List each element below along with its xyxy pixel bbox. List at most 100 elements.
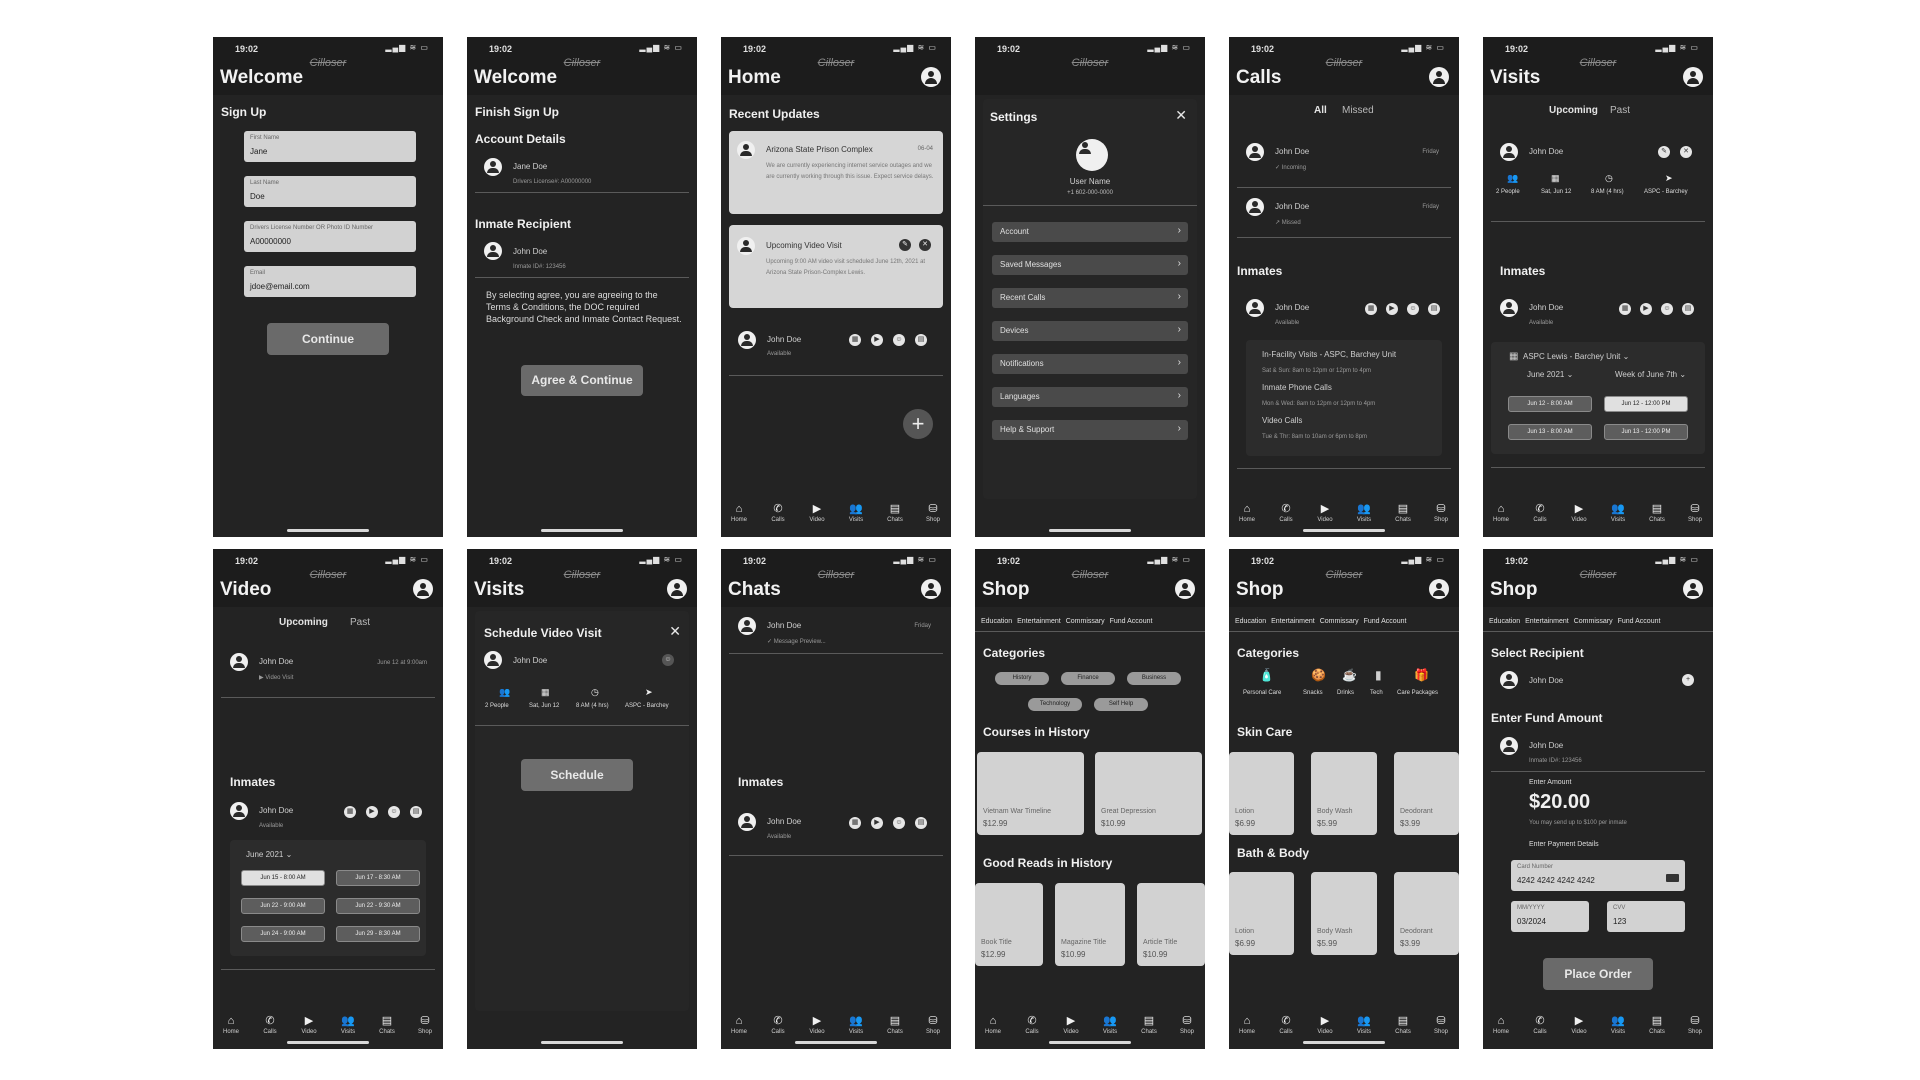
- people-icon[interactable]: ☺: [388, 806, 400, 818]
- cvv-field[interactable]: CVV 123: [1607, 901, 1685, 932]
- close-icon[interactable]: ✕: [919, 239, 931, 251]
- facility-select[interactable]: ASPC Lewis - Barchey Unit ⌄: [1523, 352, 1629, 361]
- calendar-icon[interactable]: ▦: [1619, 303, 1631, 315]
- calendar-icon[interactable]: ▦: [344, 806, 356, 818]
- profile-icon[interactable]: [413, 579, 433, 599]
- tab-video[interactable]: ▶ Video: [1563, 1015, 1595, 1035]
- continue-button[interactable]: Continue: [267, 323, 389, 355]
- read-card[interactable]: Article Title $10.99: [1137, 883, 1205, 966]
- people-icon[interactable]: ☺: [893, 334, 905, 346]
- tab-entertainment[interactable]: Entertainment: [1271, 618, 1315, 625]
- tab-home[interactable]: ⌂ Home: [723, 503, 755, 523]
- profile-icon[interactable]: [1175, 579, 1195, 599]
- profile-icon[interactable]: [1683, 579, 1703, 599]
- tab-commissary[interactable]: Commissary: [1320, 618, 1359, 625]
- calendar-icon[interactable]: ▦: [849, 817, 861, 829]
- video-icon[interactable]: ▶: [871, 817, 883, 829]
- product-card[interactable]: Lotion $6.99: [1229, 752, 1294, 835]
- tech-icon[interactable]: ▮: [1375, 668, 1382, 682]
- add-button[interactable]: +: [903, 409, 933, 439]
- tab-video[interactable]: ▶ Video: [801, 1015, 833, 1035]
- product-card[interactable]: Deodorant $3.99: [1394, 752, 1459, 835]
- tab-upcoming[interactable]: Upcoming: [279, 617, 328, 628]
- time-slot[interactable]: Jun 12 - 8:00 AM: [1508, 396, 1592, 412]
- tab-home[interactable]: ⌂ Home: [1231, 503, 1263, 523]
- tab-home[interactable]: ⌂ Home: [1485, 503, 1517, 523]
- tab-shop[interactable]: ⛁ Shop: [1679, 503, 1711, 523]
- email-field[interactable]: Email jdoe@email.com: [244, 266, 416, 297]
- read-card[interactable]: Book Title $12.99: [975, 883, 1043, 966]
- people-icon[interactable]: ☺: [1407, 303, 1419, 315]
- tab-calls[interactable]: ✆ Calls: [1524, 503, 1556, 523]
- profile-icon[interactable]: [1683, 67, 1703, 87]
- update-card-video[interactable]: Upcoming Video Visit ✎ ✕ Upcoming 9:00 A…: [729, 225, 943, 308]
- tab-fund-account[interactable]: Fund Account: [1110, 618, 1153, 625]
- category-pill[interactable]: Business: [1127, 672, 1181, 685]
- tab-visits[interactable]: 👥 Visits: [1348, 1015, 1380, 1035]
- tab-upcoming[interactable]: Upcoming: [1549, 105, 1598, 116]
- tab-fund-account[interactable]: Fund Account: [1618, 618, 1661, 625]
- menu-saved-messages[interactable]: Saved Messages ›: [992, 255, 1188, 275]
- tab-calls[interactable]: ✆ Calls: [254, 1015, 286, 1035]
- tab-visits[interactable]: 👥 Visits: [1602, 503, 1634, 523]
- profile-icon[interactable]: [1429, 67, 1449, 87]
- profile-icon[interactable]: [921, 67, 941, 87]
- tab-missed[interactable]: Missed: [1342, 105, 1374, 116]
- care-packages-icon[interactable]: 🎁: [1414, 668, 1429, 682]
- category-pill[interactable]: Finance: [1061, 672, 1115, 685]
- drinks-icon[interactable]: ☕: [1342, 668, 1357, 682]
- chat-icon[interactable]: ▤: [915, 334, 927, 346]
- tab-home[interactable]: ⌂ Home: [1485, 1015, 1517, 1035]
- tab-shop[interactable]: ⛁ Shop: [1425, 503, 1457, 523]
- menu-account[interactable]: Account ›: [992, 222, 1188, 242]
- tab-chats[interactable]: ▤ Chats: [1387, 1015, 1419, 1035]
- tab-education[interactable]: Education: [981, 618, 1012, 625]
- tab-past[interactable]: Past: [1610, 105, 1630, 116]
- category-pill[interactable]: History: [995, 672, 1049, 685]
- time-slot[interactable]: Jun 29 - 8:30 AM: [336, 926, 420, 942]
- tab-visits[interactable]: 👥 Visits: [1602, 1015, 1634, 1035]
- chat-icon[interactable]: ▤: [1428, 303, 1440, 315]
- tab-visits[interactable]: 👥 Visits: [1348, 503, 1380, 523]
- first-name-field[interactable]: First Name Jane: [244, 131, 416, 162]
- tab-video[interactable]: ▶ Video: [1563, 503, 1595, 523]
- tab-calls[interactable]: ✆ Calls: [1270, 503, 1302, 523]
- profile-icon[interactable]: [1429, 579, 1449, 599]
- tab-shop[interactable]: ⛁ Shop: [917, 503, 949, 523]
- tab-video[interactable]: ▶ Video: [293, 1015, 325, 1035]
- product-card[interactable]: Body Wash $5.99: [1311, 752, 1377, 835]
- tab-chats[interactable]: ▤ Chats: [1641, 503, 1673, 523]
- menu-recent-calls[interactable]: Recent Calls ›: [992, 288, 1188, 308]
- month-select[interactable]: June 2021 ⌄: [1527, 370, 1573, 379]
- card-number-field[interactable]: Card Number 4242 4242 4242 4242: [1511, 860, 1685, 891]
- tab-calls[interactable]: ✆ Calls: [1524, 1015, 1556, 1035]
- close-icon[interactable]: ✕: [1680, 146, 1692, 158]
- menu-help-support[interactable]: Help & Support ›: [992, 420, 1188, 440]
- profile-icon[interactable]: [667, 579, 687, 599]
- category-pill[interactable]: Technology: [1028, 698, 1082, 711]
- calendar-icon[interactable]: ▦: [849, 334, 861, 346]
- calendar-icon[interactable]: ▦: [1365, 303, 1377, 315]
- course-card[interactable]: Great Depression $10.99: [1095, 752, 1202, 835]
- tab-shop[interactable]: ⛁ Shop: [1171, 1015, 1203, 1035]
- video-icon[interactable]: ▶: [366, 806, 378, 818]
- tab-home[interactable]: ⌂ Home: [977, 1015, 1009, 1035]
- update-card-prison[interactable]: Arizona State Prison Complex 06-04 We ar…: [729, 131, 943, 214]
- product-card[interactable]: Body Wash $5.99: [1311, 872, 1377, 955]
- tab-entertainment[interactable]: Entertainment: [1017, 618, 1061, 625]
- tab-calls[interactable]: ✆ Calls: [1270, 1015, 1302, 1035]
- time-slot[interactable]: Jun 13 - 8:00 AM: [1508, 424, 1592, 440]
- tab-video[interactable]: ▶ Video: [1309, 1015, 1341, 1035]
- category-pill[interactable]: Self Help: [1094, 698, 1148, 711]
- week-select[interactable]: Week of June 7th ⌄: [1615, 370, 1686, 379]
- tab-commissary[interactable]: Commissary: [1574, 618, 1613, 625]
- tab-visits[interactable]: 👥 Visits: [1094, 1015, 1126, 1035]
- product-card[interactable]: Lotion $6.99: [1229, 872, 1294, 955]
- tab-shop[interactable]: ⛁ Shop: [917, 1015, 949, 1035]
- tab-home[interactable]: ⌂ Home: [1231, 1015, 1263, 1035]
- tab-visits[interactable]: 👥 Visits: [840, 1015, 872, 1035]
- people-icon[interactable]: ☺: [1661, 303, 1673, 315]
- time-slot[interactable]: Jun 17 - 8:30 AM: [336, 870, 420, 886]
- tab-video[interactable]: ▶ Video: [801, 503, 833, 523]
- course-card[interactable]: Vietnam War Timeline $12.99: [977, 752, 1084, 835]
